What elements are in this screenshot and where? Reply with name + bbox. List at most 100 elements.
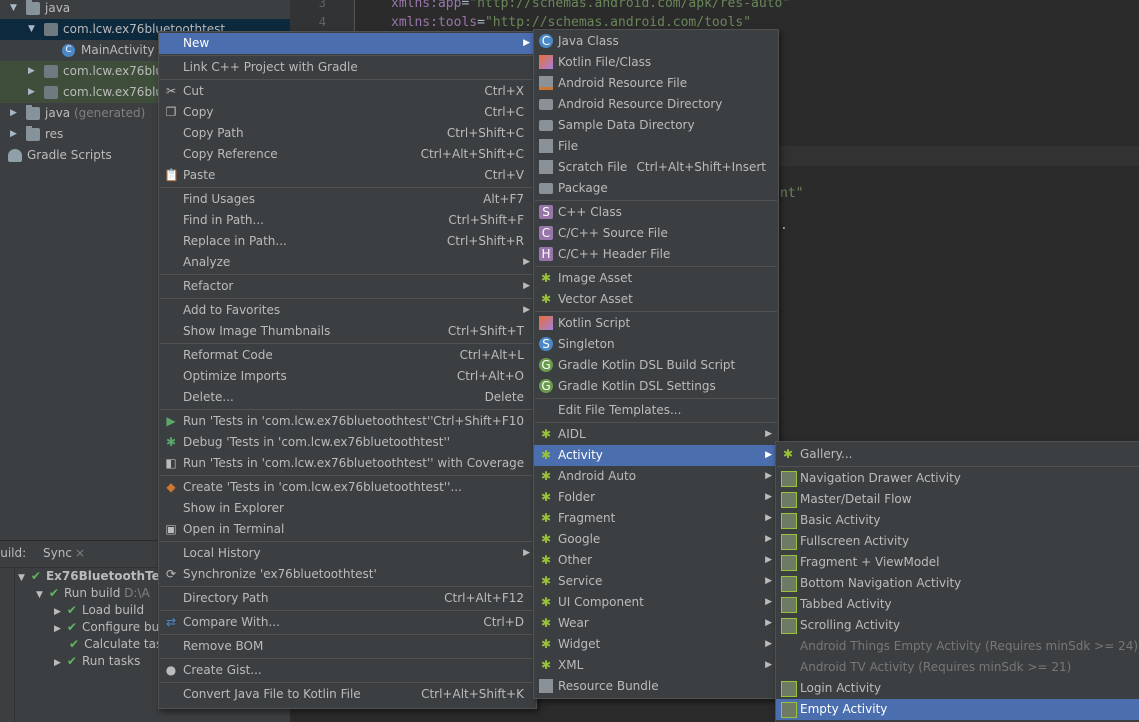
menu-item-sample-data-directory[interactable]: Sample Data Directory [534,115,778,136]
build-tree-node[interactable]: ▼ ✔ Run build D:\A [36,585,150,602]
menu-item-xml[interactable]: ✱ XML ▶ [534,655,778,676]
menu-separator [160,634,535,635]
menu-item-run-tests-in-com-lcw-ex76bluetoothtest[interactable]: ▶ Run 'Tests in 'com.lcw.ex76bluetoothtes… [159,411,536,432]
menu-item-vector-asset[interactable]: ✱ Vector Asset [534,289,778,310]
menu-item-other[interactable]: ✱ Other ▶ [534,550,778,571]
menu-item-new[interactable]: New ▶ [159,33,536,54]
menu-item-fragment[interactable]: ✱ Fragment ▶ [534,508,778,529]
menu-item-activity[interactable]: ✱ Activity ▶ [534,445,778,466]
menu-item-ui-component[interactable]: ✱ UI Component ▶ [534,592,778,613]
menu-item-aidl[interactable]: ✱ AIDL ▶ [534,424,778,445]
chevron-right-icon[interactable]: ▶ [28,82,38,103]
menu-item-label: C++ Class [558,205,622,219]
chevron-down-icon[interactable]: ▼ [28,19,38,40]
menu-item-c-c-source-file[interactable]: C C/C++ Source File [534,223,778,244]
menu-item-resource-bundle[interactable]: Resource Bundle [534,676,778,697]
menu-item-add-to-favorites[interactable]: Add to Favorites ▶ [159,300,536,321]
menu-item-find-in-path[interactable]: Find in Path... Ctrl+Shift+F [159,210,536,231]
menu-item-android-resource-file[interactable]: Android Resource File [534,73,778,94]
menu-item-reformat-code[interactable]: Reformat Code Ctrl+Alt+L [159,345,536,366]
close-icon[interactable]: × [75,546,85,560]
menu-item-image-asset[interactable]: ✱ Image Asset [534,268,778,289]
menu-item-copy[interactable]: ❐ Copy Ctrl+C [159,102,536,123]
menu-item-tabbed-activity[interactable]: Tabbed Activity [776,594,1139,615]
menu-item-wear[interactable]: ✱ Wear ▶ [534,613,778,634]
menu-item-replace-in-path[interactable]: Replace in Path... Ctrl+Shift+R [159,231,536,252]
menu-item-singleton[interactable]: S Singleton [534,334,778,355]
tree-node-label: com.lcw.ex76blue [63,64,171,78]
tree-node[interactable]: ▼ java [0,0,290,19]
menu-item-edit-file-templates[interactable]: Edit File Templates... [534,400,778,421]
menu-item-cut[interactable]: ✂ Cut Ctrl+X [159,81,536,102]
menu-item-file[interactable]: File [534,136,778,157]
build-tree-node[interactable]: ▶ ✔ Configure bu [54,619,159,636]
menu-item-kotlin-file-class[interactable]: Kotlin File/Class [534,52,778,73]
menu-item-service[interactable]: ✱ Service ▶ [534,571,778,592]
menu-item-widget[interactable]: ✱ Widget ▶ [534,634,778,655]
menu-item-google[interactable]: ✱ Google ▶ [534,529,778,550]
menu-item-create-tests-in-com-lcw-ex76bluetoothtest[interactable]: ◆ Create 'Tests in 'com.lcw.ex76bluetooth… [159,477,536,498]
menu-item-c-class[interactable]: S C++ Class [534,202,778,223]
menu-item-run-tests-in-com-lcw-ex76bluetoothtest-with-coverage[interactable]: ◧ Run 'Tests in 'com.lcw.ex76bluetoothtes… [159,453,536,474]
menu-item-show-image-thumbnails[interactable]: Show Image Thumbnails Ctrl+Shift+T [159,321,536,342]
menu-item-android-auto[interactable]: ✱ Android Auto ▶ [534,466,778,487]
chevron-down-icon[interactable]: ▼ [10,0,20,19]
chevron-right-icon[interactable]: ▶ [28,61,38,82]
menu-item-show-in-explorer[interactable]: Show in Explorer [159,498,536,519]
menu-item-fragment-viewmodel[interactable]: Fragment + ViewModel [776,552,1139,573]
chevron-down-icon[interactable]: ▼ [36,590,43,600]
menu-item-package[interactable]: Package [534,178,778,199]
menu-item-gradle-kotlin-dsl-build-script[interactable]: G Gradle Kotlin DSL Build Script [534,355,778,376]
menu-item-navigation-drawer-activity[interactable]: Navigation Drawer Activity [776,468,1139,489]
menu-item-link-c-project-with-gradle[interactable]: Link C++ Project with Gradle [159,57,536,78]
menu-item-shortcut: Ctrl+D [483,615,524,629]
menu-item-optimize-imports[interactable]: Optimize Imports Ctrl+Alt+O [159,366,536,387]
menu-item-basic-activity[interactable]: Basic Activity [776,510,1139,531]
menu-item-gradle-kotlin-dsl-settings[interactable]: G Gradle Kotlin DSL Settings [534,376,778,397]
menu-item-paste[interactable]: 📋 Paste Ctrl+V [159,165,536,186]
tab-sync[interactable]: Sync [43,546,72,560]
menu-item-create-gist[interactable]: ● Create Gist... [159,660,536,681]
menu-item-shortcut: Ctrl+Alt+Shift+K [421,687,524,701]
menu-item-c-c-header-file[interactable]: H C/C++ Header File [534,244,778,265]
menu-item-kotlin-script[interactable]: Kotlin Script [534,313,778,334]
build-tree-node[interactable]: ▶ ✔ Run tasks [54,653,140,670]
context-menu: New ▶ Link C++ Project with Gradle ✂ Cut Ctrl… [158,31,537,709]
menu-item-bottom-navigation-activity[interactable]: Bottom Navigation Activity [776,573,1139,594]
menu-item-android-resource-directory[interactable]: Android Resource Directory [534,94,778,115]
menu-item-empty-activity[interactable]: Empty Activity [776,699,1139,720]
menu-item-find-usages[interactable]: Find Usages Alt+F7 [159,189,536,210]
build-tree-node[interactable]: ▼ ✔ Ex76BluetoothTes [18,568,167,585]
menu-item-copy-reference[interactable]: Copy Reference Ctrl+Alt+Shift+C [159,144,536,165]
menu-item-local-history[interactable]: Local History ▶ [159,543,536,564]
chevron-down-icon[interactable]: ▼ [18,573,25,583]
chevron-right-icon[interactable]: ▶ [54,607,61,617]
menu-item-analyze[interactable]: Analyze ▶ [159,252,536,273]
folder-icon [539,99,553,110]
chevron-right-icon[interactable]: ▶ [10,103,20,124]
menu-item-debug-tests-in-com-lcw-ex76bluetoothtest[interactable]: ✱ Debug 'Tests in 'com.lcw.ex76bluetootht… [159,432,536,453]
chevron-right-icon[interactable]: ▶ [10,124,20,145]
menu-item-scrolling-activity[interactable]: Scrolling Activity [776,615,1139,636]
build-tree-node[interactable]: ✔ Calculate tas [54,636,162,653]
menu-item-scratch-file[interactable]: Scratch File Ctrl+Alt+Shift+Insert [534,157,778,178]
menu-item-convert-java-file-to-kotlin-file[interactable]: Convert Java File to Kotlin File Ctrl+Alt… [159,684,536,705]
menu-item-open-in-terminal[interactable]: ▣ Open in Terminal [159,519,536,540]
menu-item-copy-path[interactable]: Copy Path Ctrl+Shift+C [159,123,536,144]
menu-item-refactor[interactable]: Refactor ▶ [159,276,536,297]
chevron-right-icon[interactable]: ▶ [54,658,61,668]
menu-item-java-class[interactable]: C Java Class [534,31,778,52]
chevron-right-icon[interactable]: ▶ [54,624,61,634]
menu-item-compare-with[interactable]: ⇄ Compare With... Ctrl+D [159,612,536,633]
menu-item-fullscreen-activity[interactable]: Fullscreen Activity [776,531,1139,552]
menu-item-login-activity[interactable]: Login Activity [776,678,1139,699]
menu-item-synchronize-ex76bluetoothtest[interactable]: ⟳ Synchronize 'ex76bluetoothtest' [159,564,536,585]
menu-item-gallery[interactable]: ✱ Gallery... [776,444,1139,465]
build-tree-node[interactable]: ▶ ✔ Load build [54,602,144,619]
menu-item-directory-path[interactable]: Directory Path Ctrl+Alt+F12 [159,588,536,609]
menu-item-label: Java Class [558,34,619,48]
menu-item-master-detail-flow[interactable]: Master/Detail Flow [776,489,1139,510]
menu-item-folder[interactable]: ✱ Folder ▶ [534,487,778,508]
menu-item-remove-bom[interactable]: Remove BOM [159,636,536,657]
menu-item-delete[interactable]: Delete... Delete [159,387,536,408]
